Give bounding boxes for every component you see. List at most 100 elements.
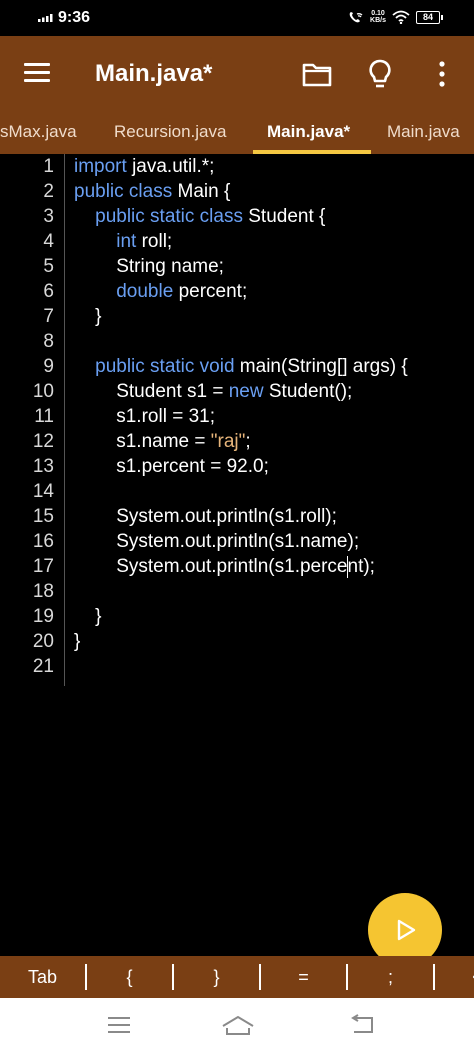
symbol-key[interactable]: = <box>261 967 346 988</box>
code-line[interactable]: 20} <box>0 629 474 654</box>
code-token: s1.roll = 31; <box>74 406 215 427</box>
symbol-bar: Tab{}=;< <box>0 956 474 998</box>
code-token: String name; <box>74 256 224 277</box>
tab-recursion-java[interactable]: Recursion.java <box>114 122 226 142</box>
code-line[interactable]: 2 public class Main { <box>0 179 474 204</box>
code-text: System.out.println(s1.name); <box>74 529 359 554</box>
line-number: 2 <box>43 181 54 202</box>
code-token: Student { <box>242 206 326 227</box>
line-number: 21 <box>32 656 54 677</box>
wifi-calling-icon <box>349 12 363 23</box>
symbol-key[interactable]: < <box>435 967 474 988</box>
code-line[interactable]: 10 Student s1 = new Student(); <box>0 379 474 404</box>
code-text: s1.percent = 92.0; <box>74 454 269 479</box>
code-line[interactable]: 11 s1.roll = 31; <box>0 404 474 429</box>
tab-smax-java[interactable]: sMax.java <box>0 122 77 142</box>
signal-icon <box>38 14 53 22</box>
code-line[interactable]: 19 } <box>0 604 474 629</box>
code-text: public static void main(String[] args) { <box>74 354 408 379</box>
file-tabs: sMax.java Recursion.java Main.java* Main… <box>0 112 474 154</box>
code-token: nt); <box>347 556 375 577</box>
tab-main-java[interactable]: Main.java <box>387 122 460 142</box>
code-token: s1.percent = 92.0; <box>74 456 269 477</box>
code-token: main(String[] args) { <box>234 356 408 377</box>
line-number: 20 <box>32 631 54 652</box>
symbol-key[interactable]: } <box>174 967 259 988</box>
code-text: System.out.println(s1.percent); <box>74 554 375 579</box>
status-time: 9:36 <box>58 9 91 26</box>
code-line[interactable]: 14 <box>0 479 474 504</box>
code-text: System.out.println(s1.roll); <box>74 504 337 529</box>
code-line[interactable]: 18 <box>0 579 474 604</box>
code-token: } <box>74 306 102 327</box>
home-icon[interactable] <box>221 1014 255 1038</box>
code-text: import java.util.*; <box>74 154 214 179</box>
code-line[interactable]: 21 <box>0 654 474 679</box>
code-text: } <box>74 604 101 629</box>
line-number: 8 <box>43 331 54 352</box>
code-token: } <box>74 606 102 627</box>
more-vert-icon[interactable] <box>432 60 452 88</box>
back-icon[interactable] <box>348 1014 376 1036</box>
code-line[interactable]: 3 public static class Student { <box>0 204 474 229</box>
code-line[interactable]: 16 System.out.println(s1.name); <box>0 529 474 554</box>
line-number: 10 <box>32 381 54 402</box>
play-icon <box>397 919 416 941</box>
line-number: 13 <box>32 456 54 477</box>
code-line[interactable]: 7 } <box>0 304 474 329</box>
line-number: 17 <box>32 556 54 577</box>
code-line[interactable]: 4 int roll; <box>0 229 474 254</box>
keyword-token: public static class <box>95 206 243 227</box>
line-number: 6 <box>43 281 54 302</box>
line-number: 9 <box>43 356 54 377</box>
lightbulb-icon[interactable] <box>367 58 393 90</box>
tab-main-java-modified[interactable]: Main.java* <box>267 122 350 142</box>
wifi-icon <box>392 10 410 24</box>
symbol-key[interactable]: Tab <box>0 967 85 988</box>
status-bar: 9:36 0.10 KB/s 84 <box>0 0 474 36</box>
code-text: Student s1 = new Student(); <box>74 379 352 404</box>
code-line[interactable]: 6 double percent; <box>0 279 474 304</box>
code-token: } <box>74 631 81 652</box>
line-number: 16 <box>32 531 54 552</box>
code-token: s1.name = <box>74 431 211 452</box>
code-text: } <box>74 629 80 654</box>
symbol-key[interactable]: ; <box>348 967 433 988</box>
code-line[interactable]: 8 <box>0 329 474 354</box>
code-line[interactable]: 17 System.out.println(s1.percent); <box>0 554 474 579</box>
net-speed-unit: KB/s <box>370 17 386 24</box>
code-token: java.util.*; <box>126 156 215 177</box>
line-number: 7 <box>43 306 54 327</box>
code-token: System.out.println(s1.perce <box>74 556 348 577</box>
code-editor[interactable]: 1 import java.util.*; 2 public class Main {… <box>0 154 474 956</box>
menu-icon[interactable] <box>24 63 50 83</box>
line-number: 15 <box>32 506 54 527</box>
recents-icon[interactable] <box>106 1014 132 1036</box>
system-nav-bar <box>0 998 474 1053</box>
folder-icon[interactable] <box>302 61 332 87</box>
line-number: 12 <box>32 431 54 452</box>
code-line[interactable]: 13 s1.percent = 92.0; <box>0 454 474 479</box>
net-speed-value: 0.10 <box>371 10 385 17</box>
code-text: s1.name = "raj"; <box>74 429 251 454</box>
code-text: s1.roll = 31; <box>74 404 215 429</box>
code-text: int roll; <box>74 229 172 254</box>
code-text: public static class Student { <box>74 204 325 229</box>
keyword-token: double <box>116 281 174 302</box>
line-number: 14 <box>32 481 54 502</box>
keyword-token: public class <box>74 181 173 202</box>
line-number: 1 <box>43 156 54 177</box>
code-line[interactable]: 15 System.out.println(s1.roll); <box>0 504 474 529</box>
app-bar: Main.java* <box>0 36 474 112</box>
code-line[interactable]: 12 s1.name = "raj"; <box>0 429 474 454</box>
symbol-key[interactable]: { <box>87 967 172 988</box>
code-line[interactable]: 5 String name; <box>0 254 474 279</box>
code-token: ; <box>245 431 251 452</box>
code-token: System.out.println(s1.name); <box>74 531 360 552</box>
code-line[interactable]: 1 import java.util.*; <box>0 154 474 179</box>
code-line[interactable]: 9 public static void main(String[] args)… <box>0 354 474 379</box>
status-indicators: 0.10 KB/s 84 <box>348 10 443 24</box>
code-text: double percent; <box>74 279 247 304</box>
